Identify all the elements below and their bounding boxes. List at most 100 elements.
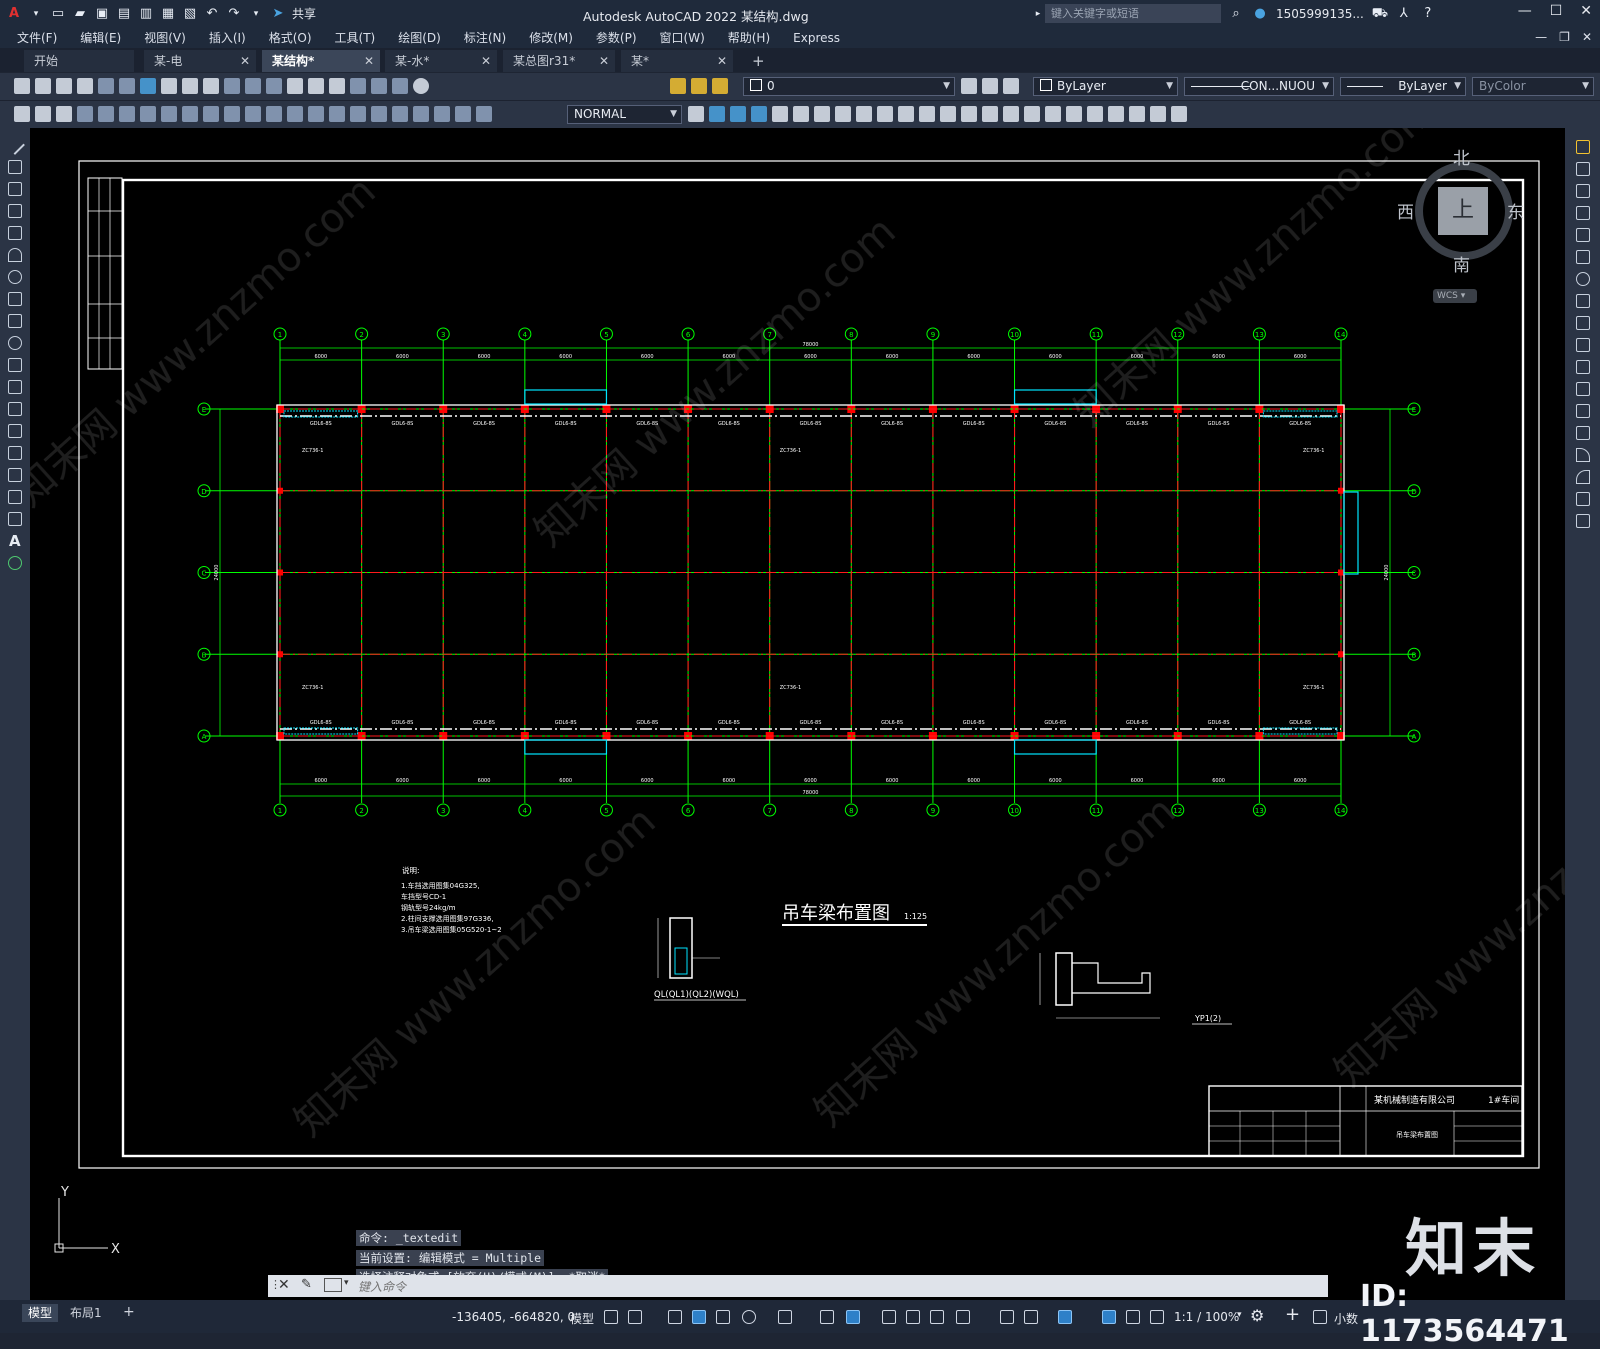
layer-on-icon[interactable]: [670, 78, 686, 94]
snap-icon[interactable]: [628, 1310, 642, 1324]
chevron-down-icon[interactable]: ▾: [344, 1278, 349, 1288]
ucs-icon[interactable]: [709, 106, 725, 122]
region-icon[interactable]: [8, 490, 22, 504]
mirror-icon[interactable]: [1576, 184, 1590, 198]
world-ucs-icon[interactable]: [730, 106, 746, 122]
ucs-previous-icon[interactable]: [751, 106, 767, 122]
construction-line-icon[interactable]: [8, 160, 22, 174]
arc-icon[interactable]: [8, 248, 22, 262]
insert-block-icon[interactable]: [8, 380, 22, 394]
layer-lock-icon[interactable]: [712, 78, 728, 94]
object-snap-tracking-icon[interactable]: [820, 1310, 834, 1324]
plot-icon[interactable]: [77, 78, 93, 94]
doc-close-icon[interactable]: ✕: [1582, 30, 1592, 44]
save-as-icon[interactable]: ▤: [116, 6, 132, 22]
named-ucs-icon[interactable]: [772, 106, 788, 122]
adjust-icon[interactable]: [1150, 106, 1166, 122]
share-button[interactable]: 共享: [292, 5, 316, 22]
linear-dimension-icon[interactable]: [77, 106, 93, 122]
auto-scale-icon[interactable]: [1126, 1310, 1140, 1324]
attach-icon[interactable]: [1108, 106, 1124, 122]
minimize-icon[interactable]: —: [1518, 3, 1532, 19]
menu-tools[interactable]: 工具(T): [318, 28, 376, 48]
stretch-icon[interactable]: [1576, 316, 1590, 330]
compass-west[interactable]: 西: [1397, 198, 1414, 223]
coordinates-readout[interactable]: -136405, -664820, 0: [452, 1310, 575, 1324]
units-value[interactable]: 小数: [1334, 1310, 1358, 1327]
ucs-x-icon[interactable]: [919, 106, 935, 122]
maximize-icon[interactable]: ☐: [1550, 3, 1563, 19]
break-icon[interactable]: [1576, 404, 1590, 418]
new-tab-icon[interactable]: +: [752, 52, 765, 70]
ordinate-icon[interactable]: [140, 106, 156, 122]
undo-icon[interactable]: ↶: [204, 6, 220, 22]
isometric-icon[interactable]: [778, 1310, 792, 1324]
zoom-window-icon[interactable]: [245, 78, 261, 94]
new-file-icon[interactable]: ▭: [50, 6, 66, 22]
menu-help[interactable]: 帮助(H): [711, 28, 770, 48]
frames-icon[interactable]: [1171, 106, 1187, 122]
properties-icon[interactable]: [287, 78, 303, 94]
user-name[interactable]: 1505999135...: [1276, 7, 1364, 21]
annotation-scale-value[interactable]: 1:1 / 100%: [1174, 1310, 1239, 1324]
command-input[interactable]: [356, 1277, 1320, 1297]
dimension-style-icon[interactable]: [688, 106, 704, 122]
app-menu-chevron-icon[interactable]: ▾: [28, 6, 44, 22]
polyline-icon[interactable]: [8, 182, 22, 196]
line-tool-icon[interactable]: [5, 135, 25, 155]
arc-length-icon[interactable]: [119, 106, 135, 122]
tab-close-icon[interactable]: ✕: [481, 50, 491, 72]
layer-dropdown[interactable]: 0 ▼: [743, 77, 955, 96]
compass-south[interactable]: 南: [1453, 251, 1470, 276]
autodesk-app-icon[interactable]: ⅄: [1396, 6, 1412, 22]
trim-icon[interactable]: [1576, 338, 1590, 352]
design-center-icon[interactable]: [308, 78, 324, 94]
viewcube-top-face[interactable]: 上: [1438, 187, 1488, 235]
markup-icon[interactable]: [371, 78, 387, 94]
user-icon[interactable]: ●: [1252, 6, 1268, 22]
extend-icon[interactable]: [1576, 360, 1590, 374]
tab-model[interactable]: 模型: [22, 1304, 59, 1322]
tab-file[interactable]: 某* ✕: [621, 50, 733, 72]
make-block-icon[interactable]: [8, 402, 22, 416]
continue-icon[interactable]: [287, 106, 303, 122]
export-icon[interactable]: ▥: [138, 6, 154, 22]
scale-icon[interactable]: [1576, 294, 1590, 308]
save-icon[interactable]: ▣: [94, 6, 110, 22]
ucs-view-icon[interactable]: [898, 106, 914, 122]
autocad-logo-icon[interactable]: A: [6, 6, 22, 22]
offset-icon[interactable]: [1576, 206, 1590, 220]
tab-close-icon[interactable]: ✕: [364, 50, 374, 72]
lineweight-icon[interactable]: [882, 1310, 896, 1324]
quick-dimension-icon[interactable]: [245, 106, 261, 122]
make-current-icon[interactable]: [961, 78, 977, 94]
rotate-icon[interactable]: [1576, 272, 1590, 286]
menu-draw[interactable]: 绘图(D): [381, 28, 441, 48]
selection-filter-icon[interactable]: [1024, 1310, 1038, 1324]
shaded-icon[interactable]: [1024, 106, 1040, 122]
ortho-icon[interactable]: [716, 1310, 730, 1324]
dimension-break-icon[interactable]: [329, 106, 345, 122]
insert-icon[interactable]: [1087, 106, 1103, 122]
baseline-icon[interactable]: [266, 106, 282, 122]
dimension-edit-icon[interactable]: [434, 106, 450, 122]
menu-format[interactable]: 格式(O): [252, 28, 312, 48]
fillet-icon[interactable]: [1576, 470, 1590, 484]
table-icon[interactable]: [8, 512, 22, 526]
selection-cycling-icon[interactable]: [930, 1310, 944, 1324]
layer-icon[interactable]: [56, 106, 72, 122]
break-at-point-icon[interactable]: [1576, 382, 1590, 396]
inspection-icon[interactable]: [392, 106, 408, 122]
center-mark-icon[interactable]: [371, 106, 387, 122]
annotation-scale-icon[interactable]: [1150, 1310, 1164, 1324]
ellipse-arc-icon[interactable]: [8, 358, 22, 372]
compass-east[interactable]: 东: [1507, 198, 1524, 223]
open-icon[interactable]: [35, 78, 51, 94]
tab-start[interactable]: 开始: [24, 50, 134, 72]
tab-file-active[interactable]: 某结构* ✕: [262, 50, 380, 72]
blend-curves-icon[interactable]: [1576, 492, 1590, 506]
dynamic-input-icon[interactable]: [692, 1310, 706, 1324]
menu-edit[interactable]: 编辑(E): [63, 28, 121, 48]
quickcalc-icon[interactable]: [392, 78, 408, 94]
sheet-set-icon[interactable]: [350, 78, 366, 94]
